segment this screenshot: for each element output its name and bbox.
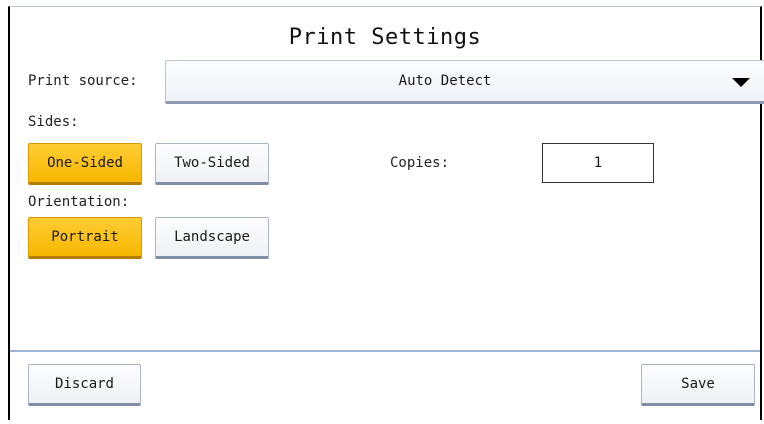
one-sided-button[interactable]: One-Sided [28,143,142,185]
page-title: Print Settings [288,25,482,50]
save-button[interactable]: Save [641,364,755,406]
print-source-dropdown[interactable]: Auto Detect [165,60,764,104]
copies-label: Copies: [390,155,450,171]
print-source-value: Auto Detect [398,73,492,89]
portrait-button[interactable]: Portrait [28,217,142,259]
landscape-button[interactable]: Landscape [155,217,269,259]
print-settings-panel: Print Settings Print source: Auto Detect… [8,6,764,420]
print-source-label: Print source: [28,73,138,89]
discard-button[interactable]: Discard [28,364,141,406]
two-sided-button[interactable]: Two-Sided [155,143,269,185]
chevron-down-icon [732,78,750,87]
footer-divider [10,350,760,352]
sides-label: Sides: [28,114,79,130]
orientation-label: Orientation: [28,194,130,210]
copies-input[interactable]: 1 [542,143,654,183]
